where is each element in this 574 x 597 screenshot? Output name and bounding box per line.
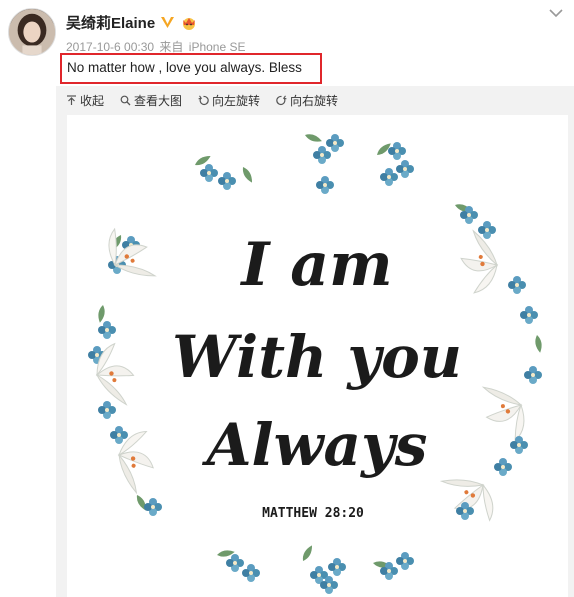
weibo-post: 吴绮莉Elaine 2017-10-6 00:30 来自 iPhone SE N… bbox=[0, 0, 574, 597]
artwork-line-3: Always bbox=[202, 411, 428, 479]
magnifier-icon bbox=[120, 95, 131, 105]
post-text: No matter how , love you always. Bless bbox=[67, 60, 302, 75]
post-date[interactable]: 2017-10-6 00:30 bbox=[66, 40, 154, 54]
view-large-button[interactable]: 查看大图 bbox=[120, 92, 182, 108]
collapse-label: 收起 bbox=[80, 93, 105, 108]
artwork-line-2: With you bbox=[172, 323, 462, 391]
collapse-button[interactable]: 收起 bbox=[66, 92, 104, 108]
avatar-image bbox=[9, 9, 55, 55]
flower-cluster-left bbox=[88, 220, 168, 516]
post-source[interactable]: iPhone SE bbox=[189, 40, 246, 54]
post-image[interactable]: I am With you Always MATTHEW 28:20 bbox=[67, 115, 568, 597]
rotate-right-icon bbox=[276, 94, 287, 105]
crown-badge-icon[interactable] bbox=[180, 15, 198, 30]
source-prefix: 来自 bbox=[159, 40, 184, 54]
rotate-left-label: 向左旋转 bbox=[212, 93, 261, 108]
flower-cluster-bottom bbox=[216, 543, 414, 594]
username[interactable]: 吴绮莉Elaine bbox=[66, 12, 155, 33]
view-large-label: 查看大图 bbox=[134, 93, 183, 108]
chevron-down-icon[interactable] bbox=[548, 6, 564, 18]
wreath-artwork: I am With you Always MATTHEW 28:20 bbox=[88, 132, 544, 594]
artwork-line-1: I am bbox=[239, 230, 392, 300]
avatar[interactable] bbox=[8, 8, 56, 56]
image-toolbar: 收起 查看大图 向左旋转 向右旋转 bbox=[66, 92, 338, 108]
collapse-icon bbox=[67, 94, 76, 105]
rotate-left-button[interactable]: 向左旋转 bbox=[198, 92, 260, 108]
username-row: 吴绮莉Elaine bbox=[66, 12, 198, 33]
flower-cluster-top bbox=[193, 132, 414, 194]
artwork-reference: MATTHEW 28:20 bbox=[262, 506, 364, 521]
verified-v-icon[interactable] bbox=[160, 15, 175, 30]
rotate-right-button[interactable]: 向右旋转 bbox=[276, 92, 338, 108]
rotate-left-icon bbox=[198, 94, 209, 105]
rotate-right-label: 向右旋转 bbox=[290, 93, 339, 108]
